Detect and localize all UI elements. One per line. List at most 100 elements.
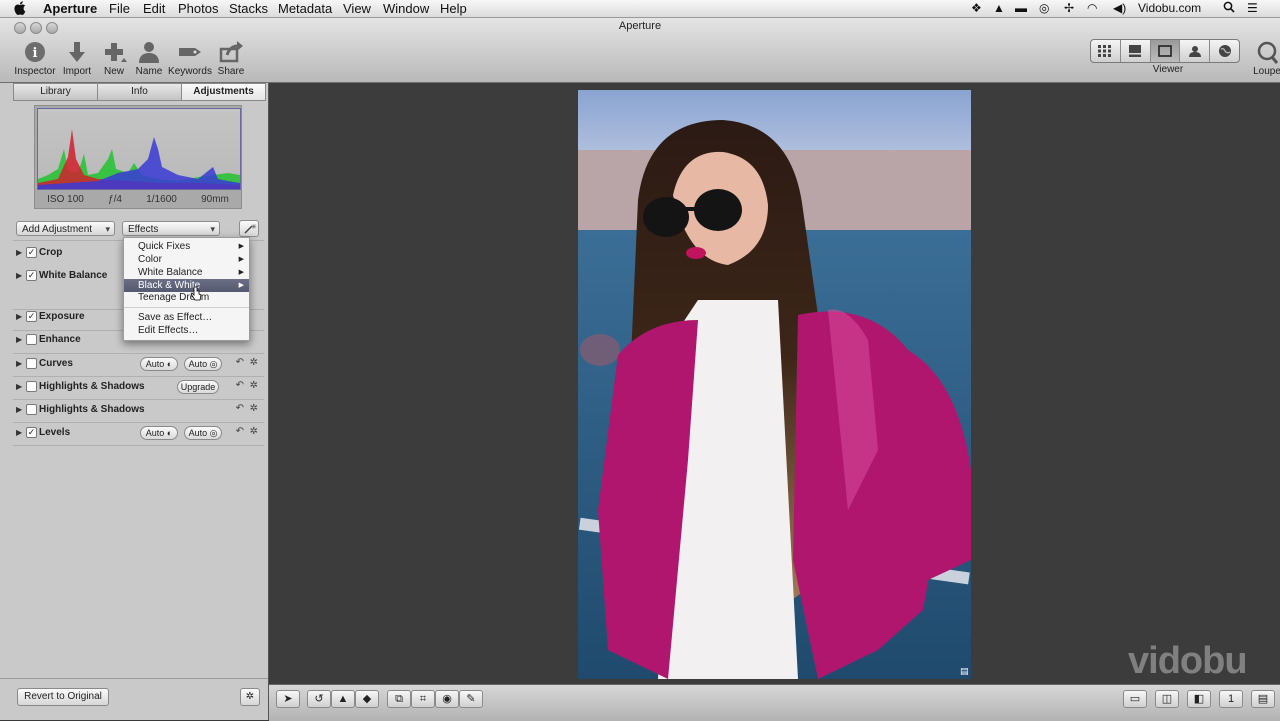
menu-metadata[interactable]: Metadata (278, 1, 332, 16)
name-label: Name (135, 66, 163, 77)
filmstrip-icon[interactable]: ▭ (1123, 690, 1147, 708)
aperture-value: ƒ/4 (108, 194, 122, 205)
full-screen-icon[interactable]: ◫ (1155, 690, 1179, 708)
exposure-checkbox[interactable]: ✓ (26, 311, 37, 322)
faces-view-icon[interactable] (1180, 40, 1211, 62)
adjustment-label: White Balance (39, 270, 108, 281)
stamp-tool-icon[interactable]: ▲ (331, 690, 355, 708)
add-adjustment-popup[interactable]: Add Adjustment (16, 221, 115, 237)
menu-item-teenage-dream[interactable]: Teenage Dream (124, 291, 249, 304)
magic-wand-button[interactable]: ✳ (239, 220, 259, 237)
crop-tool-icon[interactable]: ⌗ (411, 690, 435, 708)
menu-item-save-as-effect[interactable]: Save as Effect… (124, 311, 249, 324)
disclosure-triangle-icon[interactable]: ▶ (16, 248, 22, 257)
view-mode-segmented-control[interactable] (1090, 39, 1240, 63)
adjustment-row-levels[interactable]: ▶ ✓ Levels Auto ◐ Auto ◎ ↶ ✲ (13, 423, 264, 445)
compare-icon[interactable]: ◧ (1187, 690, 1211, 708)
apple-menu-icon[interactable] (14, 1, 26, 18)
adjustment-label: Curves (39, 358, 73, 369)
menu-item-edit-effects[interactable]: Edit Effects… (124, 324, 249, 337)
levels-auto-luminance-button[interactable]: Auto ◐ (140, 426, 178, 440)
tab-info[interactable]: Info (98, 84, 182, 100)
import-label: Import (62, 66, 92, 77)
adjustment-row-highlights-shadows-1[interactable]: ▶ Highlights & Shadows Upgrade ↶ ✲ (13, 377, 264, 399)
vidobu-menu-label[interactable]: Vidobu.com (1138, 1, 1201, 15)
browser-view-icon[interactable] (1091, 40, 1121, 62)
reset-and-gear-icon[interactable]: ↶ ✲ (236, 357, 258, 368)
menu-edit[interactable]: Edit (143, 1, 165, 16)
auto-label: Auto (145, 428, 165, 438)
tab-library[interactable]: Library (14, 84, 98, 100)
disclosure-triangle-icon[interactable]: ▶ (16, 335, 22, 344)
keywords-button[interactable]: Keywords (168, 40, 212, 77)
disclosure-triangle-icon[interactable]: ▶ (16, 271, 22, 280)
revert-to-original-button[interactable]: Revert to Original (17, 688, 109, 706)
adjustment-row-highlights-shadows-2[interactable]: ▶ Highlights & Shadows ↶ ✲ (13, 400, 264, 422)
adjustment-row-curves[interactable]: ▶ Curves Auto ◐ Auto ◎ ↶ ✲ (13, 354, 264, 376)
curves-auto-rgb-button[interactable]: Auto ◎ (184, 357, 222, 371)
creative-cloud-icon[interactable]: ◎ (1039, 1, 1049, 15)
menu-stacks[interactable]: Stacks (229, 1, 268, 16)
menu-window[interactable]: Window (383, 1, 429, 16)
volume-icon[interactable]: ◀) (1113, 1, 1126, 15)
disclosure-triangle-icon[interactable]: ▶ (16, 405, 22, 414)
import-button[interactable]: Import (60, 40, 94, 77)
menu-aperture[interactable]: Aperture (43, 1, 97, 16)
menu-file[interactable]: File (109, 1, 130, 16)
loupe-button[interactable]: Loupe (1252, 40, 1280, 77)
multi-view-icon[interactable]: ▤ (1251, 690, 1275, 708)
tab-adjustments[interactable]: Adjustments (182, 84, 265, 100)
reset-and-gear-icon[interactable]: ↶ ✲ (236, 380, 258, 391)
spotlight-icon[interactable] (1223, 1, 1235, 16)
curves-checkbox[interactable] (26, 358, 37, 369)
viewer-view-icon[interactable] (1150, 40, 1181, 62)
menu-help[interactable]: Help (440, 1, 467, 16)
red-eye-tool-icon[interactable]: ◉ (435, 690, 459, 708)
svg-text:✳: ✳ (251, 223, 257, 231)
straighten-tool-icon[interactable]: ⧉ (387, 690, 411, 708)
white-balance-checkbox[interactable]: ✓ (26, 270, 37, 281)
split-view-icon[interactable] (1121, 40, 1151, 62)
primary-only-icon[interactable]: 1 (1219, 690, 1243, 708)
wifi-icon[interactable]: ◠ (1087, 1, 1097, 15)
drive-icon[interactable]: ▲ (993, 1, 1005, 15)
notification-center-icon[interactable]: ☰ (1247, 1, 1258, 15)
menu-item-quick-fixes[interactable]: Quick Fixes ▶ (124, 240, 249, 253)
menu-item-color[interactable]: Color ▶ (124, 253, 249, 266)
photo[interactable]: ▤ (578, 90, 971, 679)
lift-tool-icon[interactable]: ◆ (355, 690, 379, 708)
curves-auto-luminance-button[interactable]: Auto ◐ (140, 357, 178, 371)
places-view-icon[interactable] (1210, 40, 1239, 62)
name-button[interactable]: Name (133, 40, 165, 77)
new-button[interactable]: New (98, 40, 130, 77)
share-button[interactable]: Share (216, 40, 246, 77)
rotate-tool-icon[interactable]: ↺ (307, 690, 331, 708)
disclosure-triangle-icon[interactable]: ▶ (16, 382, 22, 391)
highlights-shadows-checkbox[interactable] (26, 381, 37, 392)
inspector-button[interactable]: i Inspector (14, 40, 56, 77)
menu-item-white-balance[interactable]: White Balance ▶ (124, 266, 249, 279)
reset-and-gear-icon[interactable]: ↶ ✲ (236, 403, 258, 414)
disclosure-triangle-icon[interactable]: ▶ (16, 312, 22, 321)
disclosure-triangle-icon[interactable]: ▶ (16, 428, 22, 437)
import-arrow-icon (69, 42, 85, 62)
auto-label: Auto (188, 359, 208, 369)
upgrade-button[interactable]: Upgrade (177, 380, 219, 394)
select-tool-icon[interactable]: ➤ (276, 690, 300, 708)
disclosure-triangle-icon[interactable]: ▶ (16, 359, 22, 368)
crop-checkbox[interactable]: ✓ (26, 247, 37, 258)
dropbox-icon[interactable]: ❖ (971, 1, 982, 15)
enhance-checkbox[interactable] (26, 334, 37, 345)
menu-view[interactable]: View (343, 1, 371, 16)
action-gear-icon[interactable]: ✲ (240, 688, 260, 706)
loupe-label: Loupe (1253, 66, 1280, 77)
effects-popup[interactable]: Effects (122, 221, 220, 237)
hdd-icon[interactable]: ▬ (1015, 1, 1027, 15)
levels-auto-rgb-button[interactable]: Auto ◎ (184, 426, 222, 440)
reset-and-gear-icon[interactable]: ↶ ✲ (236, 426, 258, 437)
brush-tool-icon[interactable]: ✎ (459, 690, 483, 708)
levels-checkbox[interactable]: ✓ (26, 427, 37, 438)
menu-photos[interactable]: Photos (178, 1, 218, 16)
bluetooth-icon[interactable]: ✢ (1064, 1, 1074, 15)
highlights-shadows-checkbox[interactable] (26, 404, 37, 415)
